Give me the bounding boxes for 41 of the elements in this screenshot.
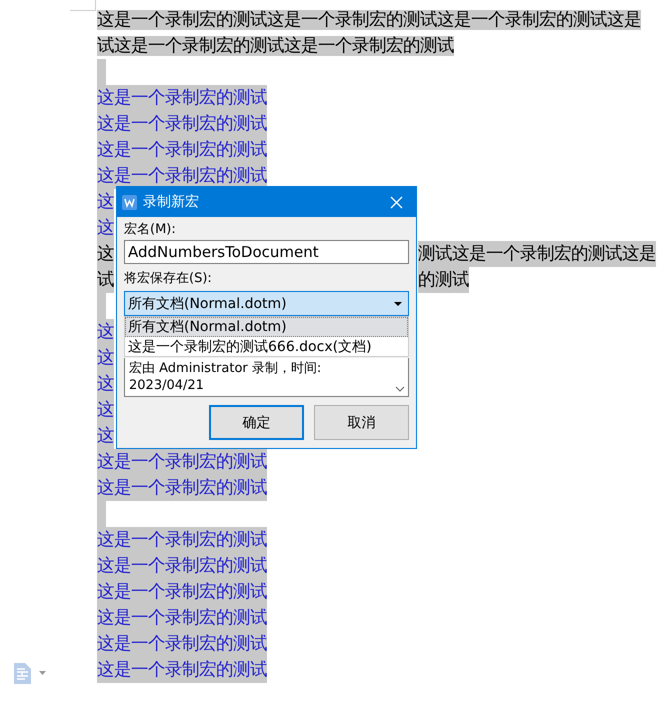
window-title: 录制新宏 xyxy=(143,193,200,211)
document-text: 这 xyxy=(97,397,114,423)
document-text: 试 xyxy=(97,267,114,293)
document-text: 这 xyxy=(97,371,114,397)
field-label: 宏名(M): xyxy=(124,221,177,239)
document-text: 这 xyxy=(97,423,114,449)
document-text: 这 xyxy=(97,215,114,241)
document-text: 测试这是一个录制宏的测试这是 xyxy=(418,241,656,267)
document-text: 这是一个录制宏的测试 xyxy=(97,163,267,189)
document-text: 这是一个录制宏的测试 xyxy=(97,553,267,579)
dialog-button[interactable]: 确定 xyxy=(209,405,304,440)
dropdown-option[interactable]: 所有文档(Normal.dotm) xyxy=(125,317,408,337)
document-text: 这是一个录制宏的测试 xyxy=(97,449,267,475)
caret-icon xyxy=(394,302,402,306)
description-field[interactable]: 宏由 Administrator 录制，时间: 2023/04/21 xyxy=(124,358,409,397)
document-text: 这 xyxy=(97,345,114,371)
document-text: 这是一个录制宏的测试 xyxy=(97,137,267,163)
document-text: 这是一个录制宏的测试 xyxy=(97,605,267,631)
document-text: 这是一个录制宏的测试 xyxy=(97,475,267,501)
document-text: 这 xyxy=(97,189,114,215)
document-text: 的测试 xyxy=(418,267,469,293)
document-text: 这是一个录制宏的测试 xyxy=(97,85,267,111)
app-icon xyxy=(122,194,137,210)
store-dropdown[interactable]: 所有文档(Normal.dotm) xyxy=(124,291,409,316)
document-text: 这是一个录制宏的测试 xyxy=(97,657,267,683)
dropdown-option[interactable]: 这是一个录制宏的测试666.docx(文档) xyxy=(125,337,408,357)
paragraph-mark xyxy=(97,59,106,85)
document-text: 这是一个录制宏的测试 xyxy=(97,579,267,605)
dialog-button[interactable]: 取消 xyxy=(314,405,409,440)
document-text: 这 xyxy=(97,319,114,345)
document-text: 这是一个录制宏的测试 xyxy=(97,527,267,553)
scroll-down-icon[interactable] xyxy=(394,386,404,392)
document-text: 这是一个录制宏的测试这是一个录制宏的测试这是一个录制宏的测试这是 xyxy=(97,10,641,30)
macro-name-field[interactable]: AddNumbersToDocument xyxy=(124,240,409,264)
field-label: 将宏保存在(S): xyxy=(124,270,213,288)
caret-icon[interactable] xyxy=(39,671,46,675)
document-text: 这 xyxy=(97,241,114,267)
document-text: 这是一个录制宏的测试 xyxy=(97,111,267,137)
document-text: 这是一个录制宏的测试 xyxy=(97,631,267,657)
document-text: 试这是一个录制宏的测试这是一个录制宏的测试 xyxy=(97,36,454,56)
close-icon xyxy=(390,196,402,208)
